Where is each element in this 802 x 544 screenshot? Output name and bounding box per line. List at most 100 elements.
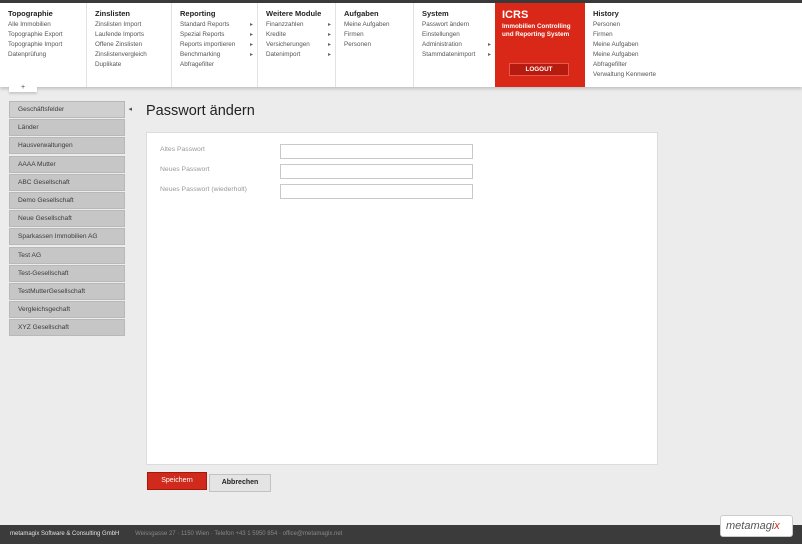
nav-item-zinslistenvergleich[interactable]: Zinslistenvergleich xyxy=(95,50,171,60)
footer-address: Weissgasse 27 · 1150 Wien · Telefon +43 … xyxy=(135,531,343,537)
nav-item-versicherungen[interactable]: Versicherungen ▸ xyxy=(266,40,335,50)
sidebar-item-geschaeftsfelder[interactable]: Geschäftsfelder ◂ xyxy=(9,101,132,118)
icrs-subtitle-line2: und Reporting System xyxy=(502,31,570,38)
nav-title-weitere-module[interactable]: Weitere Module xyxy=(266,8,335,20)
nav-item-label: Finanzzahlen xyxy=(266,21,304,28)
sidebar-item-xyz-gesellschaft[interactable]: XYZ Gesellschaft xyxy=(9,319,125,337)
sidebar-item-abc-gesellschaft[interactable]: ABC Gesellschaft xyxy=(9,173,125,191)
repeat-password-field[interactable] xyxy=(280,184,473,199)
nav-column-zinslisten: Zinslisten Zinslisten Import Laufende Im… xyxy=(87,3,172,87)
icrs-subtitle-line1: Immobilien Controlling xyxy=(502,23,571,30)
logo-text: metamagi xyxy=(726,520,775,532)
nav-item-spezial-reports[interactable]: Spezial Reports ▸ xyxy=(180,30,257,40)
cancel-button[interactable]: Abbrechen xyxy=(209,474,271,492)
nav-item-laufende-imports[interactable]: Laufende Imports xyxy=(95,30,171,40)
main-navigation: Topographie Alle Immobilien Topographie … xyxy=(0,3,802,87)
nav-column-topographie: Topographie Alle Immobilien Topographie … xyxy=(0,3,87,87)
history-item[interactable]: Verwaltung Kennwerte xyxy=(593,70,685,80)
history-item[interactable]: Personen xyxy=(593,20,685,30)
sidebar-item-label: Geschäftsfelder xyxy=(18,106,65,113)
history-item[interactable]: Meine Aufgaben xyxy=(593,40,685,50)
history-item[interactable]: Meine Aufgaben xyxy=(593,50,685,60)
submenu-arrow-icon: ▸ xyxy=(327,32,331,38)
submenu-arrow-icon: ▸ xyxy=(487,42,491,48)
sidebar-item-demo-gesellschaft[interactable]: Demo Gesellschaft xyxy=(9,191,125,209)
nav-item-label: Kredite xyxy=(266,31,286,38)
nav-item-standard-reports[interactable]: Standard Reports ▸ xyxy=(180,20,257,30)
repeat-password-label: Neues Passwort (wiederholt) xyxy=(160,186,247,193)
sidebar-item-sparkassen-immobilien-ag[interactable]: Sparkassen Immobilien AG xyxy=(9,228,125,246)
icrs-title: ICRS xyxy=(502,9,529,21)
submenu-arrow-icon: ▸ xyxy=(249,52,253,58)
footer: metamagix Software & Consulting GmbH Wei… xyxy=(0,525,802,544)
sidebar-item-hausverwaltungen[interactable]: Hausverwaltungen xyxy=(9,137,125,155)
nav-title-topographie[interactable]: Topographie xyxy=(8,8,86,20)
submenu-arrow-icon: ▸ xyxy=(327,42,331,48)
nav-column-reporting: Reporting Standard Reports ▸ Spezial Repo… xyxy=(172,3,258,87)
nav-item-datenimport[interactable]: Datenimport ▸ xyxy=(266,50,335,60)
sidebar: Geschäftsfelder ◂ Länder Hausverwaltunge… xyxy=(9,101,132,337)
nav-item-label: Administration xyxy=(422,41,462,48)
nav-item-label: Spezial Reports xyxy=(180,31,225,38)
nav-column-aufgaben: Aufgaben Meine Aufgaben Firmen Personen xyxy=(336,3,414,87)
logout-button[interactable]: LOGOUT xyxy=(509,63,569,76)
sidebar-item-vergleichsgechaft[interactable]: Vergleichsgechaft xyxy=(9,301,125,319)
old-password-label: Altes Passwort xyxy=(160,146,205,153)
nav-item-kredite[interactable]: Kredite ▸ xyxy=(266,30,335,40)
nav-item-administration[interactable]: Administration ▸ xyxy=(422,40,495,50)
new-password-label: Neues Passwort xyxy=(160,166,210,173)
new-password-field[interactable] xyxy=(280,164,473,179)
nav-item-firmen[interactable]: Firmen xyxy=(344,30,413,40)
page-title: Passwort ändern xyxy=(146,103,255,119)
add-tab-button[interactable]: + xyxy=(9,84,37,92)
nav-item-benchmarking[interactable]: Benchmarking ▸ xyxy=(180,50,257,60)
nav-item-zinslisten-import[interactable]: Zinslisten Import xyxy=(95,20,171,30)
sidebar-item-neue-gesellschaft[interactable]: Neue Gesellschaft xyxy=(9,210,125,228)
nav-title-reporting[interactable]: Reporting xyxy=(180,8,257,20)
footer-company: metamagix Software & Consulting GmbH xyxy=(10,531,120,537)
history-item[interactable]: Abfragefilter xyxy=(593,60,685,70)
sidebar-item-laender[interactable]: Länder xyxy=(9,119,125,137)
metamagix-logo: metamagix xyxy=(720,515,793,537)
save-button[interactable]: Speichern xyxy=(147,472,207,490)
nav-item-label: Stammdatenimport xyxy=(422,51,476,58)
nav-item-alle-immobilien[interactable]: Alle Immobilien xyxy=(8,20,86,30)
nav-item-personen[interactable]: Personen xyxy=(344,40,413,50)
nav-item-label: Datenimport xyxy=(266,51,301,58)
nav-item-stammdatenimport[interactable]: Stammdatenimport ▸ xyxy=(422,50,495,60)
sidebar-item-aaaa-mutter[interactable]: AAAA Mutter xyxy=(9,155,125,173)
nav-item-label: Reports importieren xyxy=(180,41,236,48)
nav-item-finanzzahlen[interactable]: Finanzzahlen ▸ xyxy=(266,20,335,30)
old-password-field[interactable] xyxy=(280,144,473,159)
nav-title-system[interactable]: System xyxy=(422,8,495,20)
nav-item-meine-aufgaben[interactable]: Meine Aufgaben xyxy=(344,20,413,30)
nav-item-abfragefilter[interactable]: Abfragefilter xyxy=(180,60,257,70)
sidebar-item-test-ag[interactable]: Test AG xyxy=(9,246,125,264)
nav-item-reports-importieren[interactable]: Reports importieren ▸ xyxy=(180,40,257,50)
nav-title-history: History xyxy=(593,9,619,18)
submenu-arrow-icon: ▸ xyxy=(327,22,331,28)
submenu-arrow-icon: ▸ xyxy=(249,32,253,38)
sidebar-item-testmuttergesellschaft[interactable]: TestMutterGesellschaft xyxy=(9,282,125,300)
nav-item-label: Benchmarking xyxy=(180,51,221,58)
nav-item-passwort-aendern[interactable]: Passwort ändern xyxy=(422,20,495,30)
nav-item-offene-zinslisten[interactable]: Offene Zinslisten xyxy=(95,40,171,50)
icrs-brand-panel: ICRS Immobilien Controlling und Reportin… xyxy=(495,3,585,87)
nav-item-topographie-import[interactable]: Topographie Import xyxy=(8,40,86,50)
active-pointer-icon: ◂ xyxy=(128,106,132,113)
nav-column-weitere-module: Weitere Module Finanzzahlen ▸ Kredite ▸ Ve… xyxy=(258,3,336,87)
nav-item-datenpruefung[interactable]: Datenprüfung xyxy=(8,50,86,60)
nav-item-einstellungen[interactable]: Einstellungen xyxy=(422,30,495,40)
nav-item-topographie-export[interactable]: Topographie Export xyxy=(8,30,86,40)
nav-item-label: Standard Reports xyxy=(180,21,230,28)
submenu-arrow-icon: ▸ xyxy=(327,52,331,58)
nav-column-history: History Personen Firmen Meine Aufgaben M… xyxy=(585,3,685,87)
sidebar-item-test-gesellschaft[interactable]: Test-Gesellschaft xyxy=(9,264,125,282)
nav-title-aufgaben[interactable]: Aufgaben xyxy=(344,8,413,20)
history-item[interactable]: Firmen xyxy=(593,30,685,40)
submenu-arrow-icon: ▸ xyxy=(249,22,253,28)
nav-item-duplikate[interactable]: Duplikate xyxy=(95,60,171,70)
submenu-arrow-icon: ▸ xyxy=(249,42,253,48)
submenu-arrow-icon: ▸ xyxy=(487,52,491,58)
nav-title-zinslisten[interactable]: Zinslisten xyxy=(95,8,171,20)
